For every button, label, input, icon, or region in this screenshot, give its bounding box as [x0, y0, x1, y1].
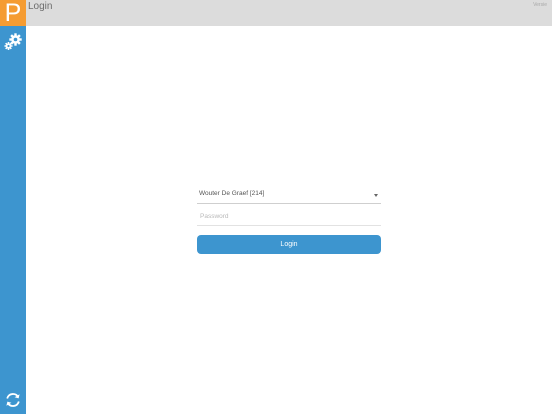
password-input[interactable]: [197, 209, 381, 223]
sync-icon: [6, 393, 20, 407]
header-bar: Login Versie: [26, 0, 552, 26]
login-button[interactable]: Login: [197, 235, 381, 254]
login-form: Wouter De Graef [214] Login: [197, 186, 381, 254]
sync-button[interactable]: [4, 391, 22, 409]
user-select-value: Wouter De Graef [214]: [199, 190, 265, 197]
password-field: [197, 204, 381, 226]
settings-button[interactable]: [3, 32, 23, 52]
chevron-down-icon: [374, 194, 378, 197]
app-logo: P: [0, 0, 26, 26]
version-link[interactable]: Versie: [533, 2, 547, 8]
settings-gears-icon: [4, 33, 22, 50]
user-select[interactable]: Wouter De Graef [214]: [197, 186, 381, 204]
sidebar: P: [0, 0, 26, 414]
page-title: Login: [28, 1, 53, 12]
app-window: P Login Versie Wouter De Graef [214] Log…: [0, 0, 552, 414]
